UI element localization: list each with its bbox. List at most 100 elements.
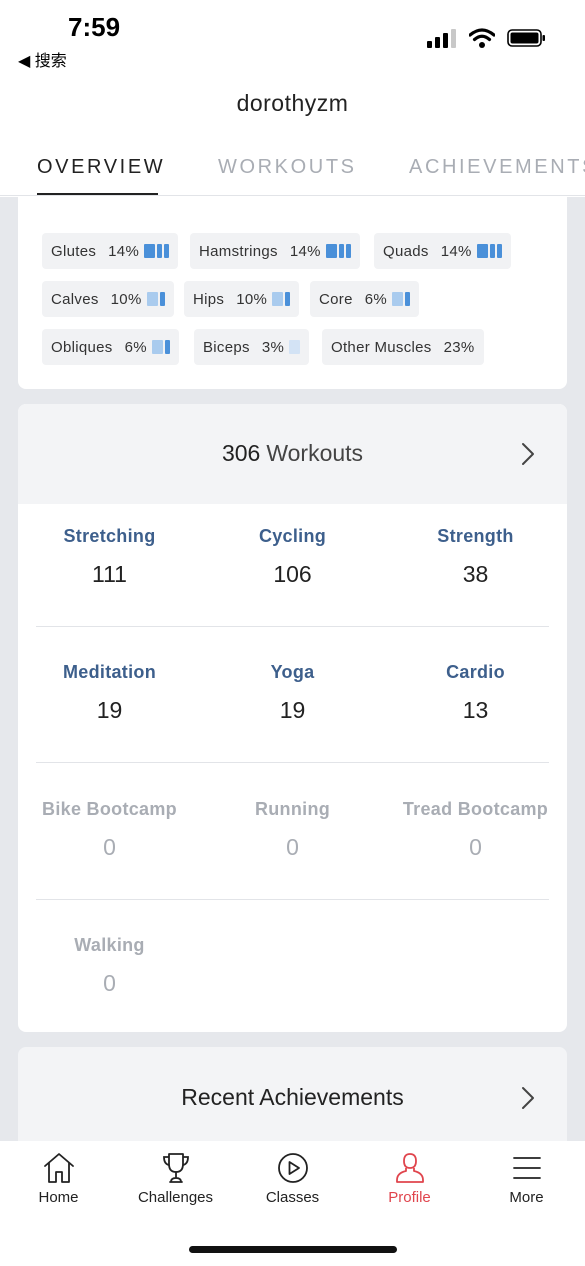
home-indicator[interactable] — [189, 1246, 397, 1253]
discipline-count: 19 — [96, 697, 123, 723]
recent-achievements-title: Recent Achievements — [181, 1084, 404, 1110]
discipline-count: 0 — [103, 834, 116, 860]
discipline-count: 0 — [103, 970, 116, 996]
chevron-right-icon[interactable] — [521, 1086, 535, 1110]
chevron-right-icon[interactable] — [521, 442, 535, 466]
discipline-count: 38 — [462, 561, 489, 587]
nav-more[interactable]: More — [468, 1151, 585, 1206]
muscle-groups-card: Glutes 14% Hamstrings 14% Quads 14% Calv… — [18, 197, 567, 389]
discipline-cycling[interactable]: Cycling 106 — [201, 526, 384, 588]
nav-label: Challenges — [137, 1189, 214, 1206]
discipline-name: Walking — [74, 935, 145, 955]
home-icon — [43, 1153, 74, 1183]
muscle-chip: Calves 10% — [42, 281, 174, 317]
muscle-level-bars — [146, 292, 165, 306]
tab-achievements[interactable]: ACHIEVEMENTS — [409, 156, 585, 179]
trophy-icon — [162, 1153, 189, 1183]
workouts-summary-header[interactable]: 306 Workouts — [18, 404, 567, 504]
status-time: 7:59 — [68, 12, 121, 42]
workouts-total: 306 Workouts — [18, 440, 567, 467]
profile-icon — [395, 1153, 424, 1183]
discipline-count: 0 — [469, 834, 482, 860]
tab-overview[interactable]: OVERVIEW — [37, 156, 165, 179]
discipline-name: Stretching — [63, 526, 156, 546]
recent-achievements-card[interactable]: Recent Achievements — [18, 1047, 567, 1141]
workouts-count: 306 — [221, 440, 261, 466]
discipline-bike-bootcamp: Bike Bootcamp 0 — [18, 799, 201, 861]
discipline-yoga[interactable]: Yoga 19 — [201, 662, 384, 724]
discipline-name: Tread Bootcamp — [402, 799, 549, 819]
status-icons — [427, 28, 547, 48]
muscle-name: Hamstrings — [199, 242, 278, 260]
nav-challenges[interactable]: Challenges — [117, 1151, 234, 1206]
muscle-name: Hips — [193, 290, 225, 308]
discipline-walking: Walking 0 — [18, 935, 201, 997]
nav-classes[interactable]: Classes — [234, 1151, 351, 1206]
discipline-cardio[interactable]: Cardio 13 — [384, 662, 567, 724]
muscle-percent: 14% — [108, 242, 140, 260]
nav-label: Classes — [265, 1189, 320, 1206]
muscle-chip: Other Muscles 23% — [322, 329, 484, 365]
row-divider — [36, 899, 549, 900]
profile-tabs: OVERVIEW WORKOUTS ACHIEVEMENTS — [0, 150, 585, 196]
muscle-level-bars — [144, 244, 170, 258]
workouts-label: Workouts — [266, 440, 364, 466]
muscle-name: Obliques — [51, 338, 113, 356]
muscle-percent: 10% — [236, 290, 268, 308]
discipline-name: Strength — [437, 526, 514, 546]
muscle-level-bars — [476, 244, 502, 258]
battery-icon — [507, 29, 545, 47]
nav-home[interactable]: Home — [0, 1151, 117, 1206]
wifi-icon — [469, 28, 495, 48]
muscle-level-bars — [325, 244, 351, 258]
muscle-name: Other Muscles — [331, 338, 432, 356]
muscle-chip: Biceps 3% — [194, 329, 310, 365]
muscle-chip: Core 6% — [310, 281, 419, 317]
row-divider — [36, 626, 549, 627]
nav-label: Profile — [388, 1189, 431, 1206]
profile-username: dorothyzm — [236, 90, 349, 116]
discipline-name: Running — [254, 799, 331, 819]
muscle-percent: 23% — [443, 338, 475, 356]
muscle-name: Calves — [51, 290, 99, 308]
discipline-running: Running 0 — [201, 799, 384, 861]
discipline-stretching[interactable]: Stretching 111 — [18, 526, 201, 588]
muscle-chip: Hamstrings 14% — [190, 233, 360, 269]
hamburger-menu-icon — [512, 1157, 541, 1179]
nav-profile[interactable]: Profile — [351, 1151, 468, 1206]
discipline-strength[interactable]: Strength 38 — [384, 526, 567, 588]
muscle-level-bars — [392, 292, 410, 306]
muscle-level-bars — [151, 340, 170, 354]
muscle-percent: 6% — [364, 290, 387, 308]
discipline-name: Cardio — [446, 662, 505, 682]
muscle-chip: Hips 10% — [184, 281, 300, 317]
nav-label: Home — [38, 1189, 79, 1206]
muscle-name: Biceps — [203, 338, 250, 356]
tab-workouts[interactable]: WORKOUTS — [218, 156, 357, 179]
muscle-name: Core — [319, 290, 353, 308]
discipline-count: 111 — [92, 561, 127, 587]
muscle-name: Glutes — [51, 242, 97, 260]
muscle-level-bars — [289, 340, 301, 354]
cellular-signal-icon — [427, 29, 456, 48]
discipline-meditation[interactable]: Meditation 19 — [18, 662, 201, 724]
muscle-percent: 3% — [261, 338, 285, 356]
muscle-percent: 14% — [289, 242, 321, 260]
muscle-percent: 14% — [440, 242, 472, 260]
muscle-chip: Glutes 14% — [42, 233, 179, 269]
muscle-chip: Obliques 6% — [42, 329, 179, 365]
muscle-percent: 10% — [110, 290, 142, 308]
play-circle-icon — [277, 1153, 308, 1183]
muscle-chip: Quads 14% — [374, 233, 511, 269]
workouts-summary-card: 306 Workouts Stretching 111 Cycling 106 S… — [18, 404, 567, 1032]
discipline-name: Yoga — [270, 662, 315, 682]
overview-content[interactable]: Glutes 14% Hamstrings 14% Quads 14% Calv… — [0, 197, 585, 1141]
discipline-count: 19 — [279, 697, 306, 723]
nav-label: More — [509, 1189, 544, 1206]
discipline-name: Bike Bootcamp — [42, 799, 177, 819]
row-divider — [36, 762, 549, 763]
muscle-percent: 6% — [124, 338, 147, 356]
back-to-search-link[interactable]: ◀ 搜索 — [18, 47, 67, 71]
active-tab-indicator — [37, 193, 158, 195]
muscle-level-bars — [272, 292, 291, 306]
